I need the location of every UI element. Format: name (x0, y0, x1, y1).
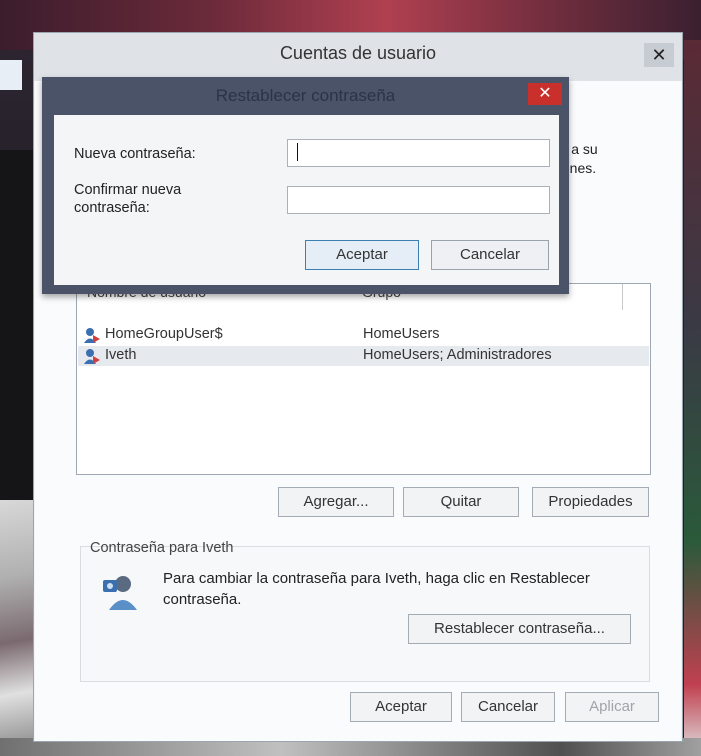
confirm-password-label: Confirmar nueva contraseña: (74, 181, 181, 217)
new-password-label: Nueva contraseña: (74, 146, 196, 162)
password-description-line: Para cambiar la contraseña para Iveth, h… (163, 570, 590, 587)
remove-button[interactable]: Quitar (403, 487, 519, 517)
user-icon (84, 328, 100, 343)
desktop-background-right (684, 40, 701, 756)
confirm-password-label-line: contraseña: (74, 200, 150, 216)
row-username: Iveth (105, 347, 137, 363)
dialog-ok-button[interactable]: Aceptar (305, 240, 419, 270)
row-group: HomeUsers (363, 326, 440, 342)
window-title: Cuentas de usuario (279, 43, 437, 63)
desktop-background-lower (0, 500, 34, 756)
apply-button: Aplicar (565, 692, 659, 722)
table-row[interactable]: HomeGroupUser$ HomeUsers (78, 325, 649, 345)
row-group: HomeUsers; Administradores (363, 347, 552, 363)
confirm-password-label-line: Confirmar nueva (74, 182, 182, 198)
dialog-cancel-button[interactable]: Cancelar (431, 240, 549, 270)
add-button[interactable]: Agregar... (278, 487, 394, 517)
close-icon[interactable]: ✕ (528, 83, 562, 105)
new-password-input[interactable] (287, 139, 550, 167)
close-icon[interactable]: ✕ (644, 43, 674, 67)
desktop-dark-panel (0, 150, 34, 500)
column-divider (622, 284, 623, 310)
cancel-button[interactable]: Cancelar (461, 692, 555, 722)
reset-password-button[interactable]: Restablecer contraseña... (408, 614, 631, 644)
window-title-bar[interactable]: Cuentas de usuario ✕ (34, 33, 682, 81)
row-username: HomeGroupUser$ (105, 326, 223, 342)
confirm-password-input[interactable] (287, 186, 550, 214)
table-row-selected[interactable]: Iveth HomeUsers; Administradores (78, 346, 649, 366)
user-icon (84, 349, 100, 364)
password-description-line: contraseña. (163, 591, 242, 608)
password-description: Para cambiar la contraseña para Iveth, h… (163, 568, 590, 610)
desktop-window-edge (0, 60, 22, 90)
ok-button[interactable]: Aceptar (350, 692, 452, 722)
user-list[interactable]: Nombre de usuario Grupo HomeGroupUser$ H… (76, 283, 651, 475)
dialog-title-bar[interactable]: Restablecer contraseña ✕ (42, 77, 569, 114)
password-section-label: Contraseña para Iveth (90, 540, 234, 556)
user-key-icon (103, 576, 137, 610)
properties-button[interactable]: Propiedades (532, 487, 649, 517)
text-caret (297, 143, 298, 161)
dialog-title: Restablecer contraseña (215, 86, 396, 105)
